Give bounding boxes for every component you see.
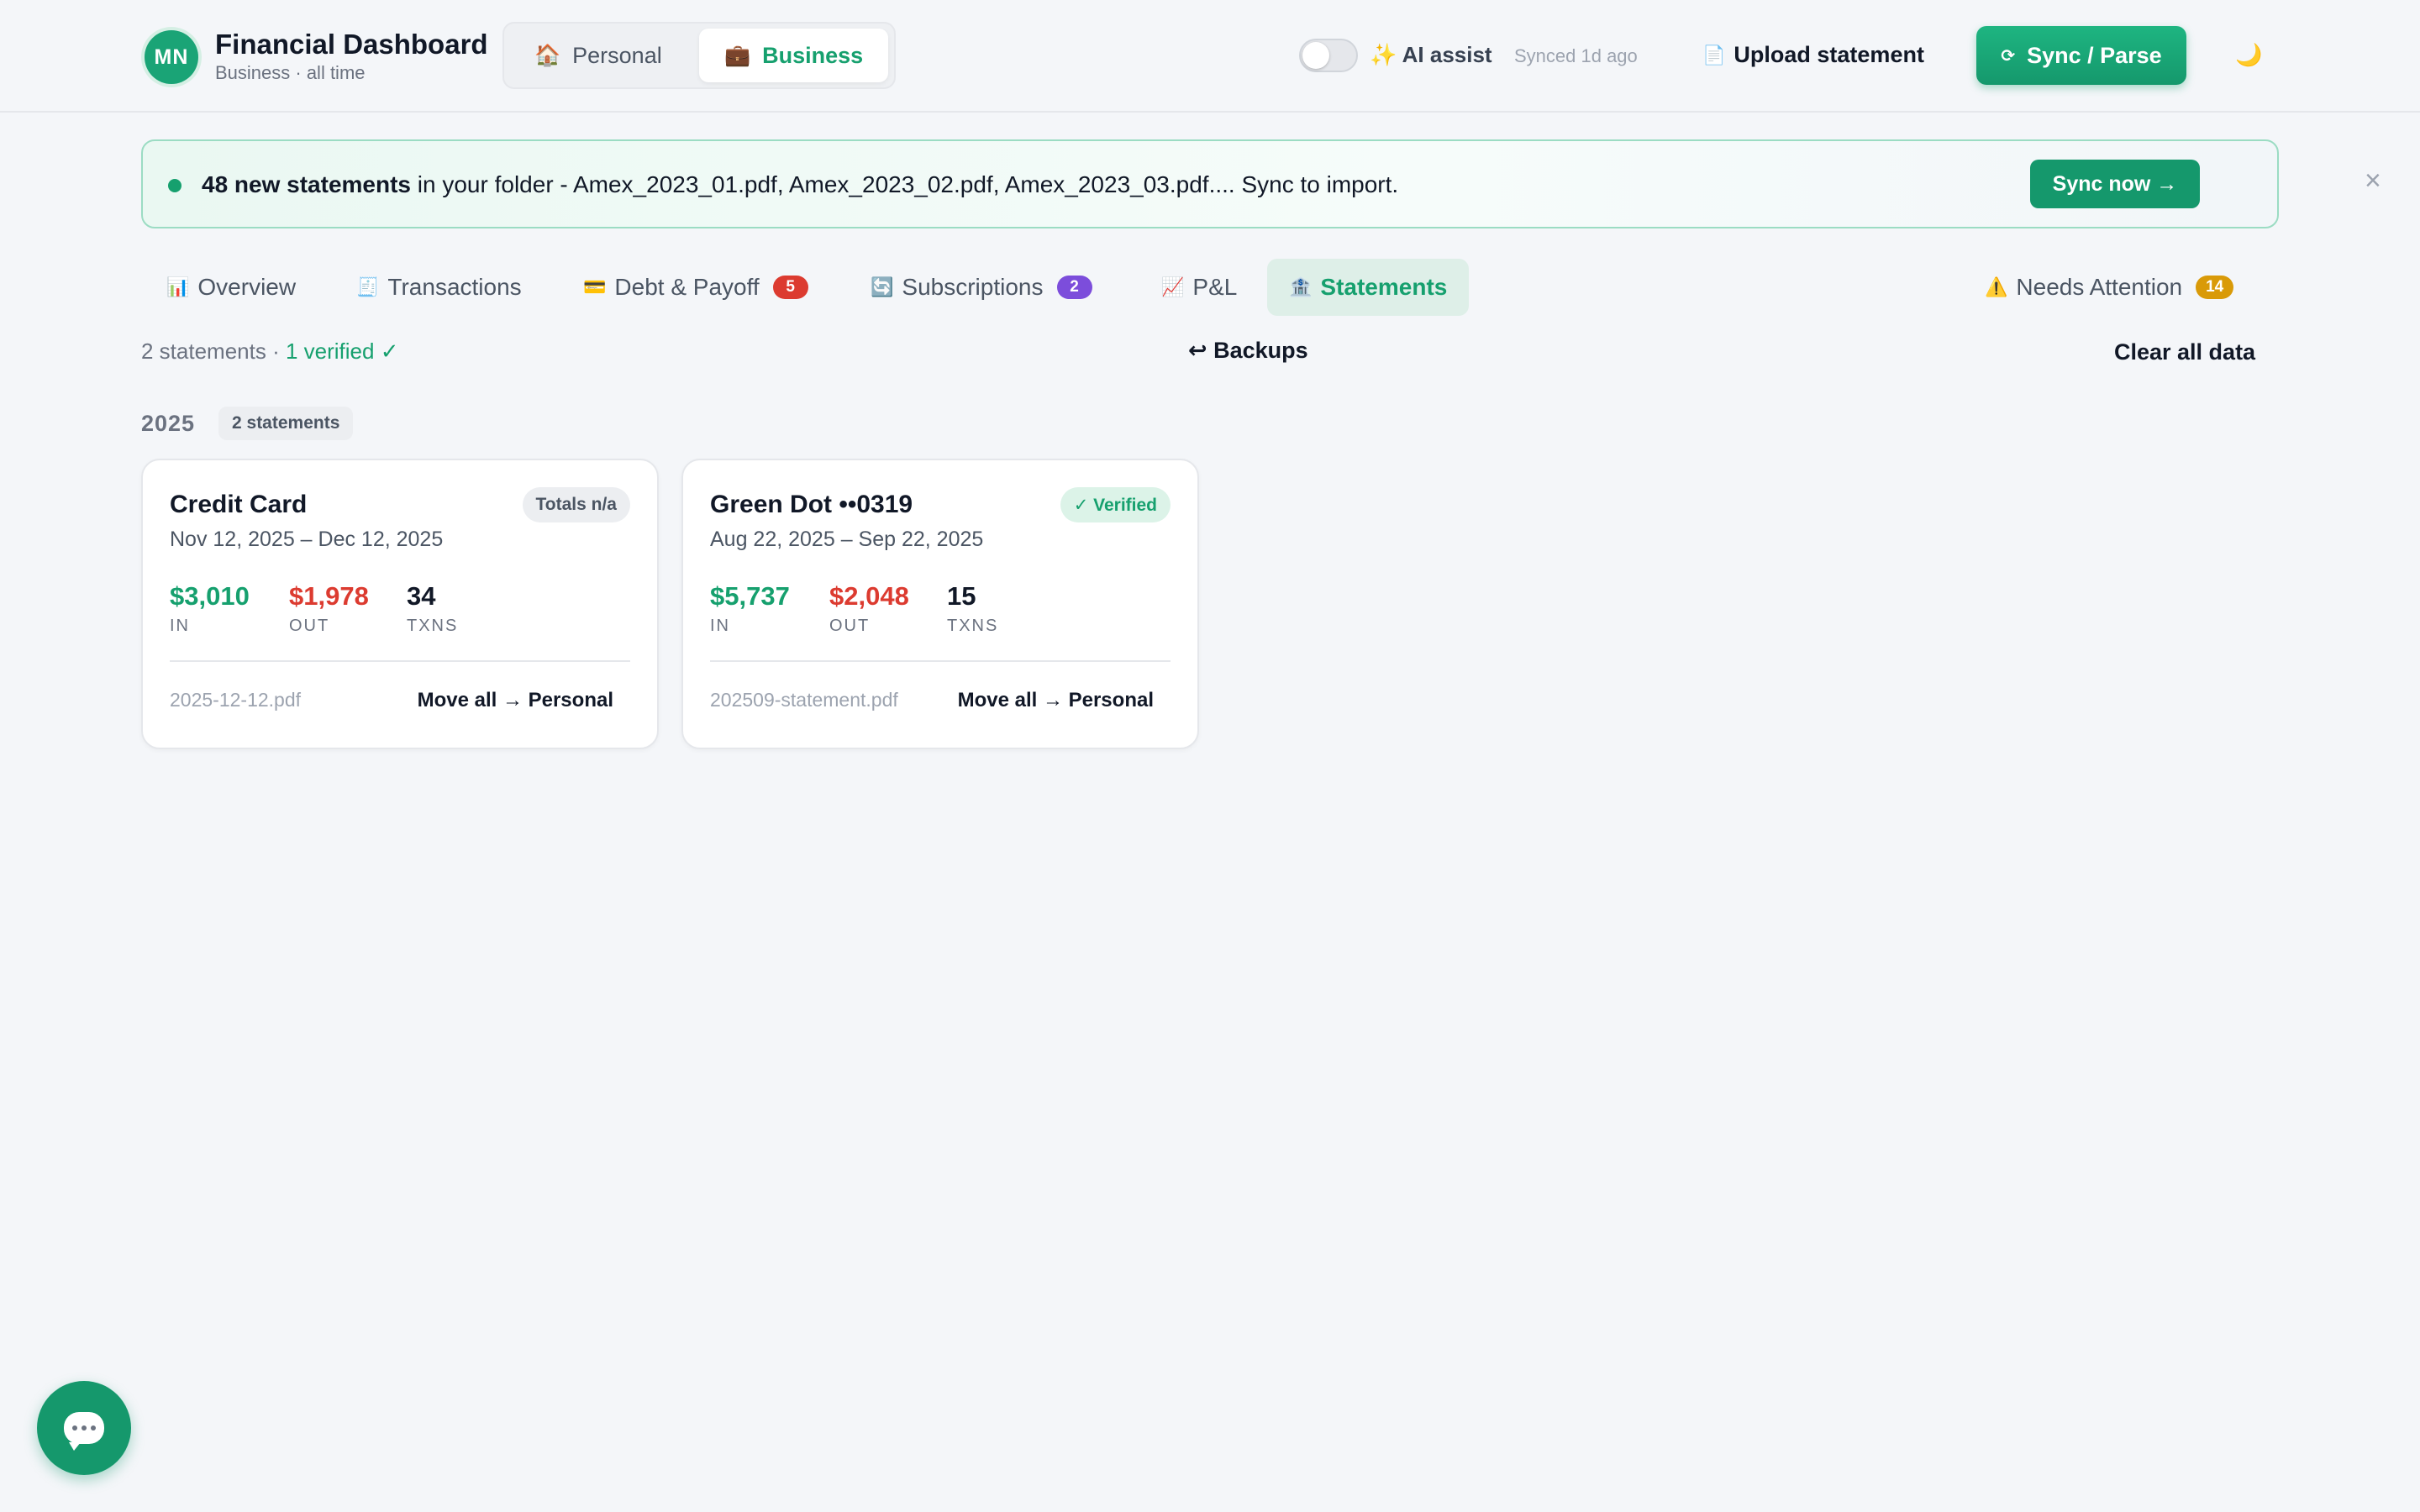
briefcase-icon: 💼 (724, 43, 751, 67)
tab-transactions[interactable]: 🧾 Transactions (334, 259, 544, 316)
upload-statement-label: Upload statement (1733, 42, 1924, 67)
count-badge: 5 (772, 276, 808, 299)
statement-file-name[interactable]: 2025-12-12.pdf (170, 689, 301, 711)
workspace-switcher: 🏠 Personal 💼 Business (502, 22, 896, 89)
year-heading: 2025 (141, 411, 196, 436)
stat-out: $2,048 OUT (829, 581, 909, 636)
avatar[interactable]: MN (145, 30, 198, 84)
tab-overview[interactable]: 📊 Overview (145, 259, 318, 316)
tab-pnl[interactable]: 📈 P&L (1139, 259, 1259, 316)
business-label: Business (762, 42, 864, 68)
stat-out-label: OUT (829, 617, 871, 635)
page-title: Financial Dashboard (215, 29, 488, 60)
statement-date-range: Nov 12, 2025 – Dec 12, 2025 (170, 528, 444, 551)
statement-card-green-dot[interactable]: Green Dot ••0319 Aug 22, 2025 – Sep 22, … (681, 459, 1199, 749)
tab-needs-attention[interactable]: ⚠️ Needs Attention 14 (1963, 259, 2255, 316)
tab-label: Subscriptions (902, 274, 1044, 300)
document-icon: 📄 (1702, 44, 1726, 66)
count-badge: 2 (1056, 276, 1092, 299)
clear-all-data-button[interactable]: Clear all data (2114, 339, 2255, 365)
stat-txns: 34 TXNS (407, 581, 458, 636)
sync-status: Synced 1d ago (1514, 45, 1638, 66)
upload-statement-button[interactable]: 📄 Upload statement (1702, 42, 1924, 68)
statement-name: Credit Card (170, 491, 308, 518)
stat-txns-label: TXNS (407, 617, 459, 635)
tab-label: Needs Attention (2016, 274, 2183, 300)
personal-label: Personal (572, 42, 662, 68)
chat-bubble-icon (64, 1412, 104, 1451)
move-all-personal-button[interactable]: Move all → Personal (418, 689, 613, 712)
statement-count-text: 2 statements · (141, 339, 286, 364)
credit-card-icon: 💳 (583, 276, 607, 297)
house-icon: 🏠 (534, 43, 561, 67)
card-divider (710, 660, 1171, 662)
business-tab-button[interactable]: 💼 Business (699, 29, 889, 82)
tab-label: P&L (1192, 274, 1238, 300)
tab-label: Statements (1320, 274, 1448, 300)
banner-message: 48 new statements in your folder - Amex_… (202, 171, 1398, 198)
sync-now-button[interactable]: Sync now → (2030, 160, 2200, 208)
status-dot (168, 179, 182, 192)
stat-in-label: IN (170, 617, 190, 635)
bar-chart-icon: 📊 (166, 276, 190, 297)
sparkles-icon: ✨ (1370, 42, 1397, 67)
tab-label: Transactions (387, 274, 522, 300)
stat-in: $3,010 IN (170, 581, 250, 636)
sync-parse-button[interactable]: ⟳ Sync / Parse (1976, 26, 2186, 85)
line-chart-icon: 📈 (1161, 276, 1185, 297)
banner-strong: 48 new statements (202, 171, 411, 197)
stat-out: $1,978 OUT (289, 581, 369, 636)
stat-txns-label: TXNS (947, 617, 999, 635)
chat-button[interactable] (37, 1381, 131, 1475)
tab-statements[interactable]: 🏦 Statements (1267, 259, 1470, 316)
toggle-knob (1302, 42, 1329, 69)
repeat-icon: 🔄 (871, 276, 894, 297)
banner-text: in your folder - Amex_2023_01.pdf, Amex_… (411, 171, 1399, 197)
warning-icon: ⚠️ (1985, 276, 2008, 297)
ai-assist-label: ✨ AI assist (1370, 42, 1492, 68)
receipt-icon: 🧾 (356, 276, 380, 297)
statement-file-name[interactable]: 202509-statement.pdf (710, 689, 898, 711)
sync-parse-label: Sync / Parse (2027, 42, 2162, 68)
close-icon[interactable]: × (2365, 166, 2381, 195)
tab-label: Overview (197, 274, 297, 300)
statement-card-credit-card[interactable]: Credit Card Nov 12, 2025 – Dec 12, 2025 … (141, 459, 659, 749)
new-statements-banner: 48 new statements in your folder - Amex_… (141, 139, 2381, 228)
verified-badge: ✓ Verified (1060, 487, 1171, 522)
stat-in-value: $5,737 (710, 581, 790, 611)
verified-count: 1 verified ✓ (285, 339, 399, 364)
stat-out-value: $2,048 (829, 581, 909, 611)
stat-in-value: $3,010 (170, 581, 250, 611)
stat-txns-value: 15 (947, 581, 976, 611)
stat-out-value: $1,978 (289, 581, 369, 611)
statement-date-range: Aug 22, 2025 – Sep 22, 2025 (710, 528, 984, 551)
ai-assist-text: AI assist (1402, 42, 1492, 67)
stat-in: $5,737 IN (710, 581, 790, 636)
tab-subscriptions[interactable]: 🔄 Subscriptions 2 (849, 259, 1114, 316)
stat-txns-value: 34 (407, 581, 436, 611)
totals-status-badge: Totals n/a (522, 487, 630, 522)
count-badge: 14 (2196, 276, 2234, 299)
stat-out-label: OUT (289, 617, 330, 635)
card-divider (170, 660, 630, 662)
statement-count: 2 statements · 1 verified ✓ (141, 339, 398, 365)
bank-icon: 🏦 (1289, 276, 1313, 297)
statement-name: Green Dot ••0319 (710, 491, 913, 518)
year-count-badge: 2 statements (218, 407, 354, 440)
tab-debt-payoff[interactable]: 💳 Debt & Payoff 5 (561, 259, 830, 316)
stat-in-label: IN (710, 617, 730, 635)
top-header: MN Financial Dashboard Business · all ti… (0, 0, 2420, 113)
tab-label: Debt & Payoff (614, 274, 760, 300)
ai-assist-toggle[interactable] (1299, 39, 1358, 72)
personal-tab-button[interactable]: 🏠 Personal (509, 29, 687, 82)
moon-icon[interactable]: 🌙 (2235, 42, 2262, 68)
page-subtitle: Business · all time (215, 62, 366, 83)
refresh-icon: ⟳ (2001, 46, 2016, 66)
backups-button[interactable]: ↩ Backups (1188, 338, 1308, 364)
stat-txns: 15 TXNS (947, 581, 998, 636)
move-all-personal-button[interactable]: Move all → Personal (958, 689, 1154, 712)
